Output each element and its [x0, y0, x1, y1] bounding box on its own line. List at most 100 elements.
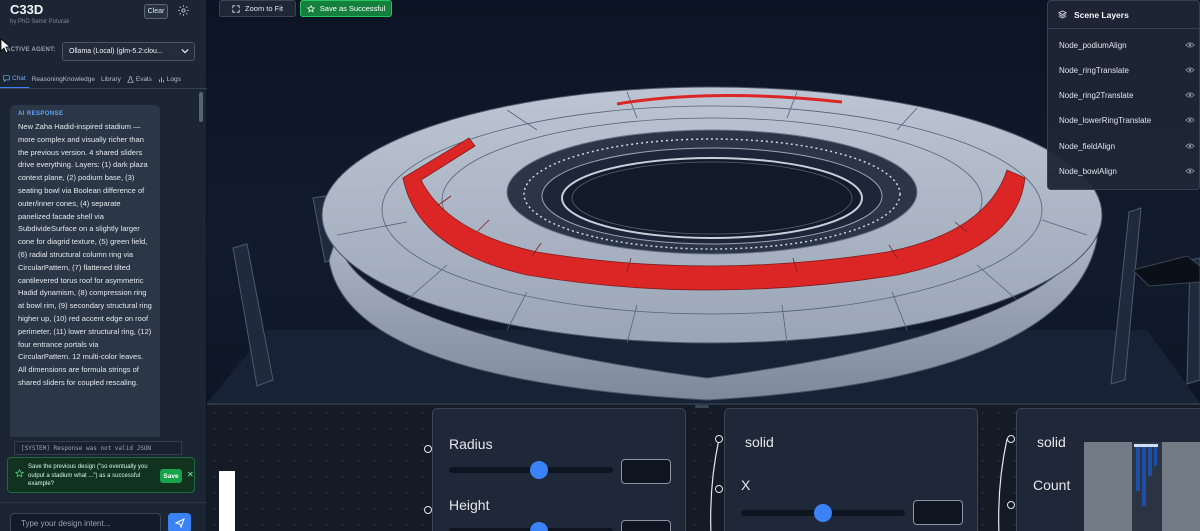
layer-item-label: Node_lowerRingTranslate [1059, 115, 1152, 125]
ai-message: AI RESPONSE New Zaha Hadid-inspired stad… [10, 105, 160, 437]
bars-icon [158, 76, 164, 82]
gear-icon[interactable] [177, 4, 190, 17]
tab-chat[interactable]: Chat [0, 70, 29, 88]
slider-knob[interactable] [530, 522, 549, 531]
height-value-input[interactable] [621, 520, 671, 531]
layer-item[interactable]: Node_bowlAlign [1048, 161, 1200, 181]
agent-select[interactable]: Ollama (Local) (glm-5.2:clou... [62, 42, 195, 61]
x-value-input[interactable] [913, 500, 963, 525]
scene-layers-title: Scene Layers [1074, 9, 1129, 20]
radius-value-input[interactable] [621, 459, 671, 484]
tab-chat-label: Chat [12, 75, 26, 82]
app-subtitle: by PhD Semir Poturak [10, 19, 70, 25]
toast-save-button[interactable]: Save [160, 469, 182, 483]
node-input-port[interactable] [1007, 435, 1015, 443]
eye-icon[interactable] [1185, 116, 1195, 124]
chat-scrollbar[interactable] [199, 92, 203, 122]
layer-item-label: Node_podiumAlign [1059, 40, 1127, 50]
radius-slider[interactable] [449, 461, 613, 479]
layer-item[interactable]: Node_ring2Translate [1048, 85, 1200, 105]
tab-library[interactable]: Library [98, 70, 124, 88]
chevron-down-icon [181, 48, 189, 54]
mouse-cursor-icon [0, 38, 10, 54]
agent-row: ACTIVE AGENT: Ollama (Local) (glm-5.2:cl… [0, 42, 207, 62]
node-wire [998, 438, 1008, 531]
solid-node[interactable]: solid X [724, 408, 978, 531]
3d-viewport[interactable]: Zoom to Fit Save as Successful Scene Lay… [207, 0, 1200, 403]
close-icon[interactable]: ✕ [187, 470, 194, 479]
slider-knob[interactable] [814, 504, 832, 522]
message-body: New Zaha Hadid-inspired stadium — more c… [18, 122, 152, 387]
radius-label: Radius [449, 436, 493, 452]
save-example-toast: Save the previous design ("so eventually… [7, 457, 195, 493]
sidebar: C33D by PhD Semir Poturak Clear ACTIVE A… [0, 0, 207, 531]
save-as-successful-button[interactable]: Save as Successful [300, 0, 392, 17]
chat-icon [3, 75, 10, 82]
send-icon [174, 518, 185, 528]
node-title: solid [745, 434, 774, 450]
tab-knowledge[interactable]: Knowledge [63, 70, 98, 88]
node-minimap[interactable] [1084, 442, 1200, 531]
node-input-port[interactable] [715, 485, 723, 493]
sidebar-tabs: Chat Reasoning Knowledge Library Evals L… [0, 70, 207, 89]
x-slider[interactable] [741, 504, 905, 522]
tab-knowledge-label: Knowledge [62, 75, 95, 83]
node-input-port[interactable] [424, 445, 432, 453]
zoom-to-fit-button[interactable]: Zoom to Fit [219, 0, 296, 17]
count-label: Count [1033, 477, 1071, 493]
node-input-port[interactable] [1007, 501, 1015, 509]
tab-reasoning-label: Reasoning [31, 75, 63, 83]
tab-logs[interactable]: Logs [155, 70, 184, 88]
scene-layers-panel: Scene Layers Node_podiumAlign Node_ringT… [1047, 0, 1200, 190]
parameter-node[interactable]: Radius Height [432, 408, 686, 531]
tab-library-label: Library [100, 75, 121, 83]
zoom-to-fit-label: Zoom to Fit [245, 4, 283, 13]
layer-item-label: Node_fieldAlign [1059, 141, 1116, 151]
layer-item[interactable]: Node_podiumAlign [1048, 35, 1200, 55]
minimap-graphic [1132, 442, 1162, 531]
slider-knob[interactable] [530, 461, 549, 479]
chat-input[interactable]: Type your design intent... [10, 513, 161, 531]
layer-item-label: Node_bowlAlign [1059, 166, 1117, 176]
canvas-edge [219, 471, 235, 531]
star-icon [306, 4, 315, 12]
app-root: C33D by PhD Semir Poturak Clear ACTIVE A… [0, 0, 1200, 531]
layer-item[interactable]: Node_lowerRingTranslate [1048, 110, 1200, 130]
eye-icon[interactable] [1185, 167, 1195, 175]
node-input-port[interactable] [715, 435, 723, 443]
system-message: [SYSTEM] Response was not valid JSON [14, 441, 182, 455]
star-icon [15, 469, 24, 478]
send-button[interactable] [168, 513, 191, 531]
node-wire [710, 438, 720, 531]
sidebar-header: C33D by PhD Semir Poturak Clear [0, 0, 207, 38]
flask-icon [126, 75, 134, 83]
height-label: Height [449, 497, 490, 513]
eye-icon[interactable] [1185, 142, 1195, 150]
save-as-successful-label: Save as Successful [319, 4, 386, 13]
tab-logs-label: Logs [166, 75, 181, 83]
layer-item-label: Node_ringTranslate [1059, 65, 1129, 75]
expand-icon [232, 4, 240, 13]
agent-selected-value: Ollama (Local) (glm-5.2:clou... [69, 48, 163, 55]
layer-item-label: Node_ring2Translate [1059, 90, 1134, 100]
clear-button[interactable]: Clear [144, 4, 168, 19]
eye-icon[interactable] [1185, 66, 1195, 74]
toast-text: Save the previous design ("so eventually… [28, 464, 148, 487]
app-title: C33D [10, 2, 44, 17]
layers-icon [1058, 10, 1067, 19]
tab-reasoning[interactable]: Reasoning [29, 70, 63, 88]
eye-icon[interactable] [1185, 91, 1195, 99]
scene-layers-header: Scene Layers [1048, 1, 1199, 29]
layer-item[interactable]: Node_fieldAlign [1048, 136, 1200, 156]
message-label: AI RESPONSE [18, 111, 64, 117]
eye-icon[interactable] [1185, 41, 1195, 49]
node-input-port[interactable] [424, 506, 432, 514]
node-editor[interactable]: Radius Height solid X solid Count [207, 403, 1200, 531]
panel-resize-handle[interactable] [695, 405, 709, 408]
roof-fragment [1132, 255, 1200, 287]
x-label: X [741, 477, 751, 493]
layer-item[interactable]: Node_ringTranslate [1048, 60, 1200, 80]
node-title: solid [1037, 434, 1066, 450]
tab-evals[interactable]: Evals [124, 70, 155, 88]
chat-input-row: Type your design intent... [0, 502, 207, 531]
